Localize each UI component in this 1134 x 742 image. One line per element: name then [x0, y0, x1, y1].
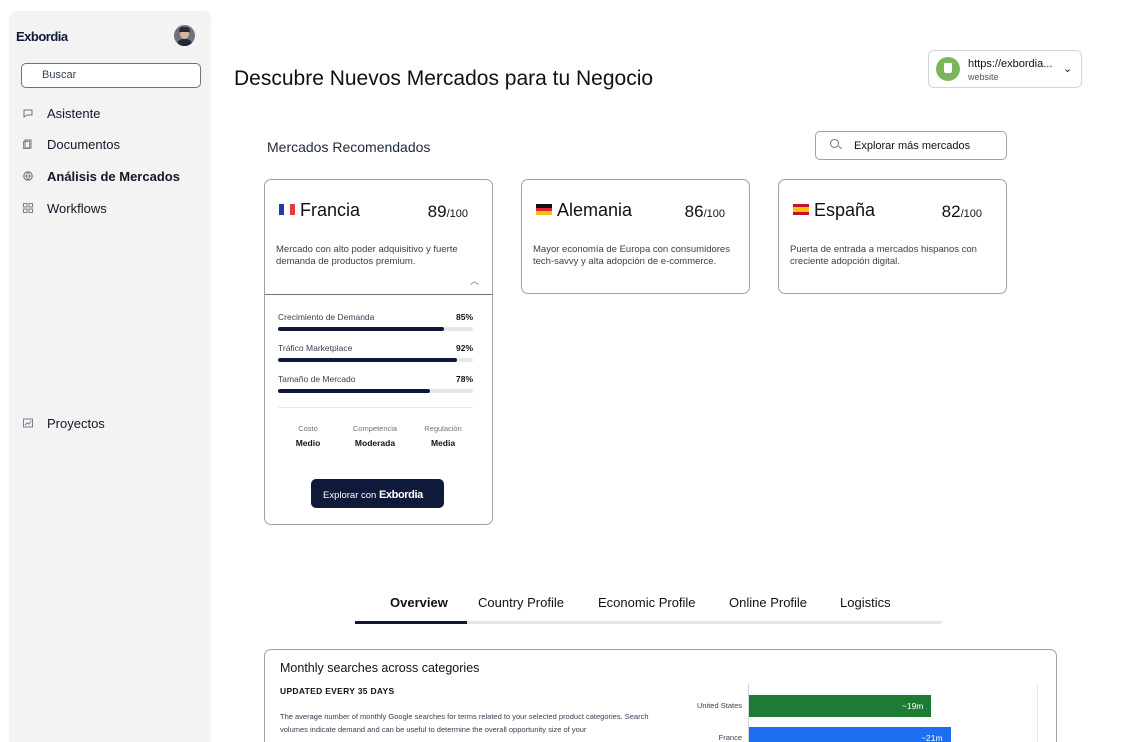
chevron-up-icon[interactable]: ︿	[470, 274, 479, 287]
page-title: Descubre Nuevos Mercados para tu Negocio	[234, 67, 654, 90]
market-score: 89/100	[427, 202, 468, 221]
tab-country-profile[interactable]: Country Profile	[478, 595, 564, 610]
market-card-francia[interactable]: Francia 89/100 Mercado con alto poder ad…	[264, 179, 493, 525]
tab-economic-profile[interactable]: Economic Profile	[598, 595, 696, 610]
attribute-regulation: Regulación Media	[424, 424, 462, 448]
workflow-icon	[21, 201, 35, 215]
website-url: https://exbordia...	[968, 58, 1053, 70]
sidebar-item-documentos[interactable]: Documentos	[21, 135, 120, 153]
attribute-competition: Competencia Moderada	[352, 424, 398, 448]
tab-online-profile[interactable]: Online Profile	[729, 595, 807, 610]
market-score: 82/100	[941, 202, 982, 221]
chart-gridline	[1037, 684, 1038, 742]
germany-flag-icon	[536, 204, 552, 216]
chevron-down-icon: ⌄	[1063, 63, 1073, 75]
metric-demand-growth: Crecimiento de Demanda 85%	[278, 312, 473, 331]
progress-fill	[278, 327, 444, 331]
market-card-espana[interactable]: España 82/100 Puerta de entrada a mercad…	[778, 179, 1007, 294]
bar-france[interactable]: ~21m	[749, 727, 951, 742]
bar-united-states[interactable]: ~19m	[749, 695, 932, 717]
market-score: 86/100	[684, 202, 725, 221]
sidebar-item-label: Proyectos	[47, 415, 105, 431]
market-name: Alemania	[557, 200, 633, 220]
market-description: Mayor economía de Europa con consumidore…	[533, 244, 730, 267]
monthly-searches-panel: Monthly searches across categories UPDAT…	[264, 649, 1057, 742]
spain-flag-icon	[793, 204, 809, 215]
sidebar-item-label: Workflows	[47, 200, 107, 216]
documents-icon	[21, 137, 35, 151]
progress-fill	[278, 389, 431, 393]
market-description: Puerta de entrada a mercados hispanos co…	[790, 244, 977, 267]
market-name: España	[814, 200, 876, 220]
website-selector[interactable]: https://exbordia... website ⌄	[928, 50, 1082, 88]
france-flag-icon	[279, 204, 295, 215]
progress-fill	[278, 358, 458, 362]
sidebar-item-analisis[interactable]: Análisis de Mercados	[21, 167, 180, 185]
explore-more-button[interactable]: Explorar más mercados	[815, 131, 1007, 160]
bar-category-label: United States	[696, 701, 742, 710]
chat-icon	[21, 106, 35, 120]
market-description: Mercado con alto poder adquisitivo y fue…	[276, 244, 458, 267]
tab-overview[interactable]: Overview	[390, 595, 448, 610]
explore-more-label: Explorar más mercados	[854, 140, 971, 152]
divider	[265, 294, 492, 295]
sidebar-item-proyectos[interactable]: Proyectos	[21, 414, 105, 432]
website-kind: website	[968, 72, 999, 82]
explore-with-exbordia-button[interactable]: Explorar con Exbordia	[311, 479, 444, 508]
search-input[interactable]: Buscar	[21, 63, 201, 88]
sidebar-item-workflows[interactable]: Workflows	[21, 199, 107, 217]
metric-market-size: Tamaño de Mercado 78%	[278, 374, 473, 393]
divider	[278, 407, 473, 408]
panel-title: Monthly searches across categories	[280, 661, 480, 675]
globe-icon	[21, 169, 35, 183]
panel-description: The average number of monthly Google sea…	[280, 712, 649, 734]
tab-logistics[interactable]: Logistics	[840, 595, 891, 610]
sidebar-item-label: Documentos	[47, 136, 120, 152]
section-title: Mercados Recomendados	[267, 139, 431, 155]
search-icon	[830, 139, 839, 148]
sidebar-item-asistente[interactable]: Asistente	[21, 104, 100, 122]
app-logo[interactable]: Exbordia	[16, 29, 68, 44]
attribute-cost: Costo Medio	[295, 424, 321, 448]
sidebar: Exbordia Buscar Asistente Documentos Aná…	[9, 11, 211, 742]
sidebar-item-label: Asistente	[47, 105, 101, 121]
chart-icon	[21, 416, 35, 430]
bar-category-label: France	[718, 733, 742, 742]
update-frequency: UPDATED EVERY 35 DAYS	[280, 686, 395, 696]
metric-marketplace-traffic: Tráfico Marketplace 92%	[278, 343, 473, 362]
market-card-alemania[interactable]: Alemania 86/100 Mayor economía de Europa…	[521, 179, 750, 294]
market-name: Francia	[300, 200, 361, 220]
brand-logo: Exbordia	[378, 489, 423, 501]
shopify-icon	[936, 57, 960, 81]
tab-indicator	[355, 621, 467, 624]
sidebar-item-label: Análisis de Mercados	[47, 168, 180, 184]
avatar[interactable]	[174, 25, 195, 46]
